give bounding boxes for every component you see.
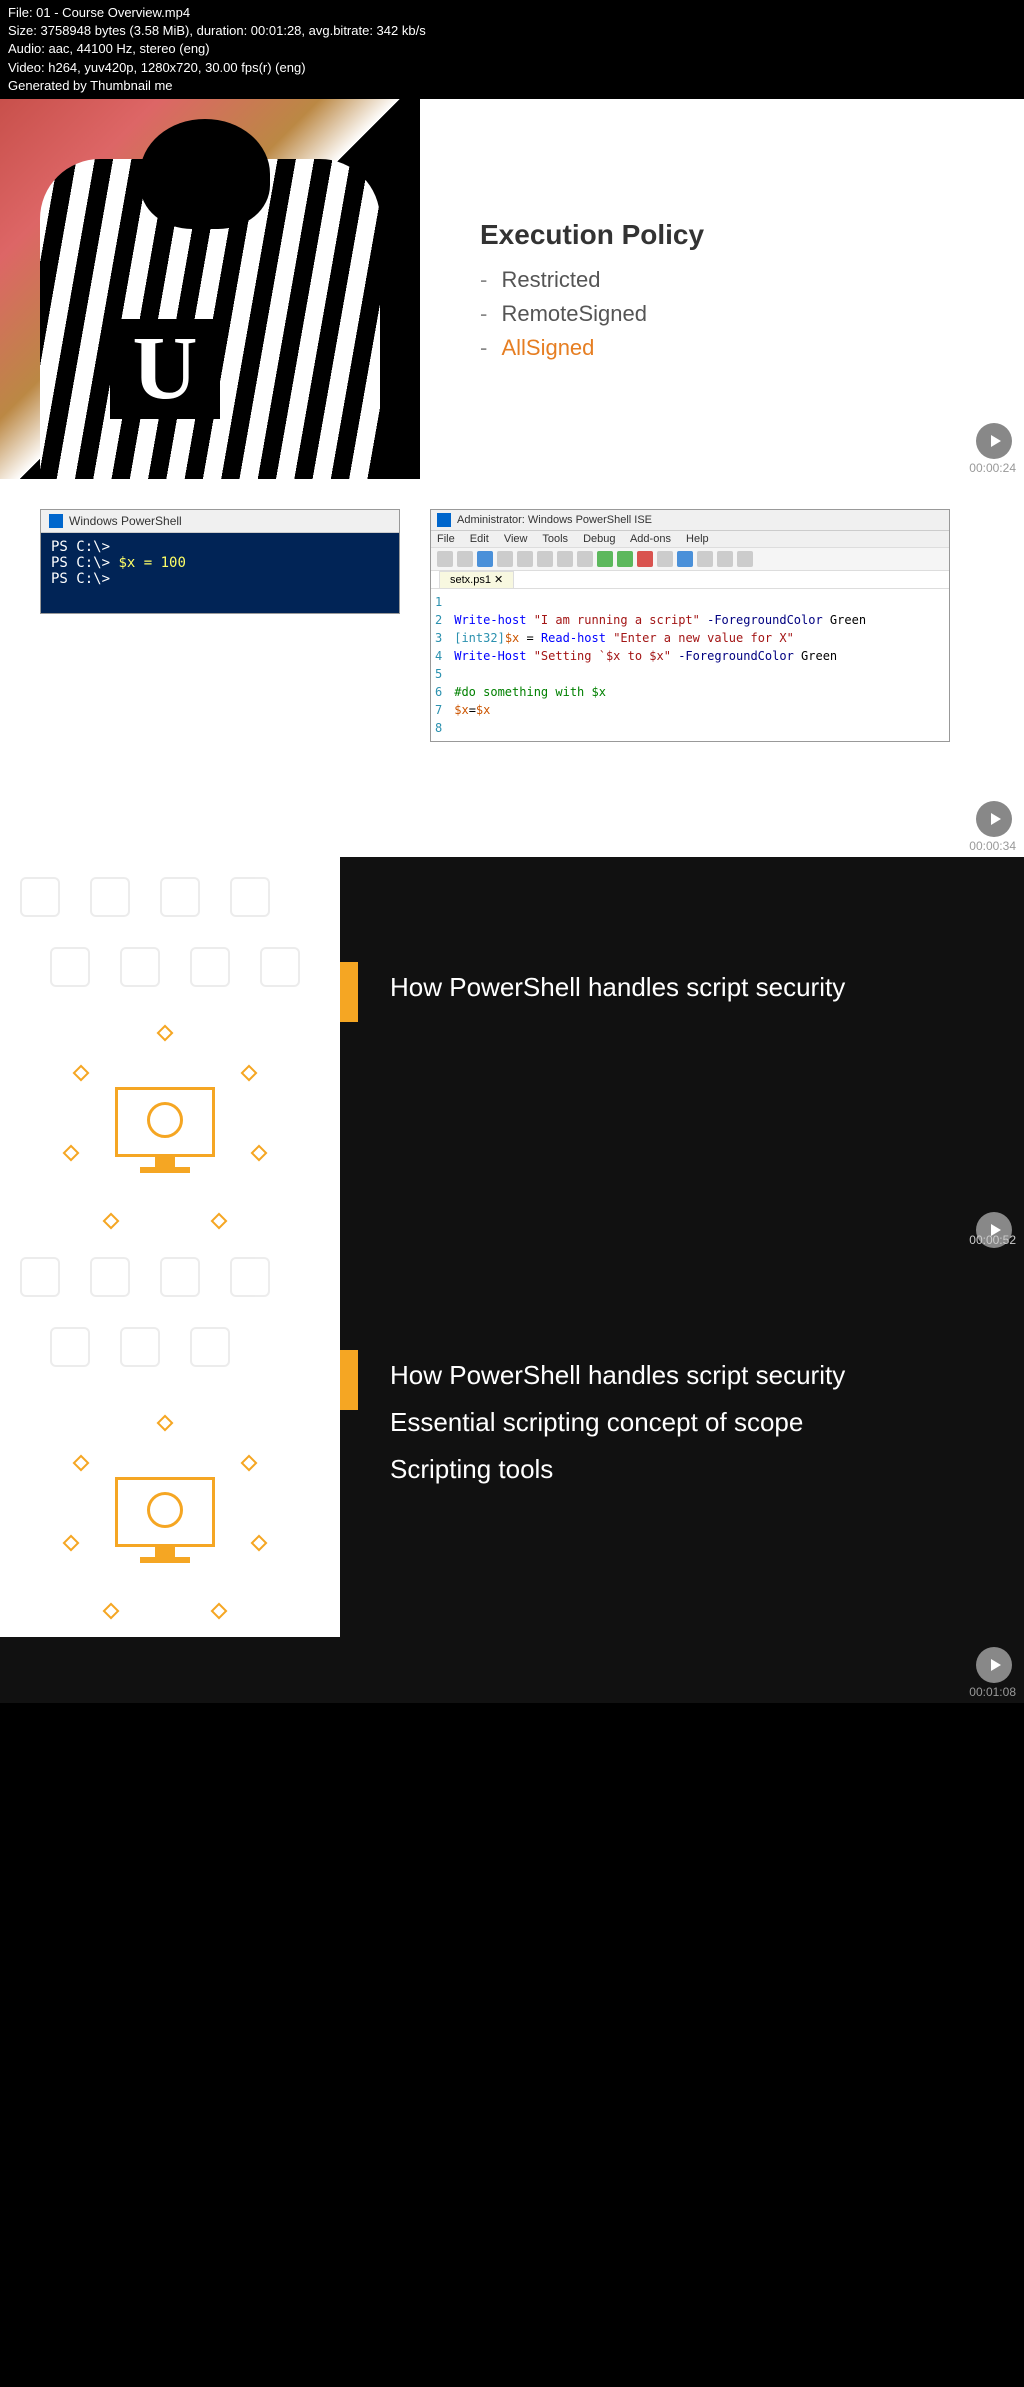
menu-view[interactable]: View (504, 533, 528, 545)
meta-generated: Generated by Thumbnail me (8, 77, 1016, 95)
ise-tab-bar: setx.ps1 ✕ (431, 571, 949, 589)
tb-panel2-icon[interactable] (717, 551, 733, 567)
timestamp-3: 00:00:52 (969, 1233, 1016, 1247)
slides-3-4: How PowerShell handles script security H… (0, 857, 1024, 1637)
timestamp-1: 00:00:24 (969, 461, 1016, 475)
code-content: Write-host "I am running a script" -Fore… (454, 593, 945, 737)
tb-stop-icon[interactable] (637, 551, 653, 567)
powershell-icon (49, 514, 63, 528)
meta-file: File: 01 - Course Overview.mp4 (8, 4, 1016, 22)
slide4-line3: Scripting tools (390, 1454, 553, 1485)
tb-save-icon[interactable] (477, 551, 493, 567)
powershell-ise-window: Administrator: Windows PowerShell ISE Fi… (430, 509, 950, 742)
meta-video: Video: h264, yuv420p, 1280x720, 30.00 fp… (8, 59, 1016, 77)
ps-title-text: Windows PowerShell (69, 514, 182, 528)
tb-copy-icon[interactable] (517, 551, 533, 567)
pattern-sidebar (0, 857, 340, 1637)
tb-undo-icon[interactable] (557, 551, 573, 567)
tb-panel3-icon[interactable] (737, 551, 753, 567)
ise-title-text: Administrator: Windows PowerShell ISE (457, 514, 652, 526)
tb-paste-icon[interactable] (537, 551, 553, 567)
timestamp-2: 00:00:34 (969, 839, 1016, 853)
line-numbers: 1 2 3 4 5 6 7 8 (435, 593, 454, 737)
play-button-icon[interactable] (976, 423, 1012, 459)
tb-redo-icon[interactable] (577, 551, 593, 567)
slide-powershell-windows: Windows PowerShell PS C:\> PS C:\> $x = … (0, 479, 1024, 857)
referee-image: U (0, 99, 420, 479)
tb-runsel-icon[interactable] (617, 551, 633, 567)
ps-titlebar: Windows PowerShell (41, 510, 399, 533)
slide-footer: 00:01:08 (0, 1637, 1024, 1703)
network-gear-icon (55, 1017, 275, 1237)
play-button-icon[interactable] (976, 1647, 1012, 1683)
ps-line-1: PS C:\> (51, 539, 389, 555)
menu-debug[interactable]: Debug (583, 533, 615, 545)
ise-menubar: File Edit View Tools Debug Add-ons Help (431, 531, 949, 548)
menu-tools[interactable]: Tools (542, 533, 568, 545)
slide1-title: Execution Policy (480, 219, 704, 251)
metadata-header: File: 01 - Course Overview.mp4 Size: 375… (0, 0, 1024, 99)
ise-titlebar: Administrator: Windows PowerShell ISE (431, 510, 949, 531)
play-button-icon[interactable] (976, 801, 1012, 837)
tb-run-icon[interactable] (597, 551, 613, 567)
slide-execution-policy: U Execution Policy Restricted RemoteSign… (0, 99, 1024, 479)
policy-restricted: Restricted (480, 267, 704, 293)
ise-toolbar (431, 548, 949, 571)
meta-audio: Audio: aac, 44100 Hz, stereo (eng) (8, 40, 1016, 58)
tb-open-icon[interactable] (457, 551, 473, 567)
ise-icon (437, 513, 451, 527)
tb-panel-icon[interactable] (697, 551, 713, 567)
ps-console-body: PS C:\> PS C:\> $x = 100 PS C:\> (41, 533, 399, 613)
menu-addons[interactable]: Add-ons (630, 533, 671, 545)
policy-allsigned: AllSigned (480, 335, 704, 361)
ps-line-2: PS C:\> $x = 100 (51, 555, 389, 571)
referee-badge: U (110, 319, 220, 419)
tb-cut-icon[interactable] (497, 551, 513, 567)
slide4-line1: How PowerShell handles script security (390, 1360, 845, 1391)
ise-tab-setx[interactable]: setx.ps1 ✕ (439, 571, 514, 589)
tb-remote-icon[interactable] (677, 551, 693, 567)
menu-help[interactable]: Help (686, 533, 709, 545)
tb-break-icon[interactable] (657, 551, 673, 567)
meta-size: Size: 3758948 bytes (3.58 MiB), duration… (8, 22, 1016, 40)
ise-code-editor: 1 2 3 4 5 6 7 8 Write-host "I am running… (431, 589, 949, 741)
policy-remotesigned: RemoteSigned (480, 301, 704, 327)
powershell-console: Windows PowerShell PS C:\> PS C:\> $x = … (40, 509, 400, 614)
network-gear-icon (55, 1407, 275, 1627)
ps-line-3: PS C:\> (51, 571, 389, 587)
menu-file[interactable]: File (437, 533, 455, 545)
slide3-heading: How PowerShell handles script security (390, 972, 845, 1003)
slide4-line2: Essential scripting concept of scope (390, 1407, 803, 1438)
yellow-accent-bar (340, 962, 358, 1022)
yellow-accent-bar (340, 1350, 358, 1410)
execution-policy-list: Restricted RemoteSigned AllSigned (480, 267, 704, 361)
timestamp-4: 00:01:08 (969, 1685, 1016, 1699)
tb-new-icon[interactable] (437, 551, 453, 567)
menu-edit[interactable]: Edit (470, 533, 489, 545)
